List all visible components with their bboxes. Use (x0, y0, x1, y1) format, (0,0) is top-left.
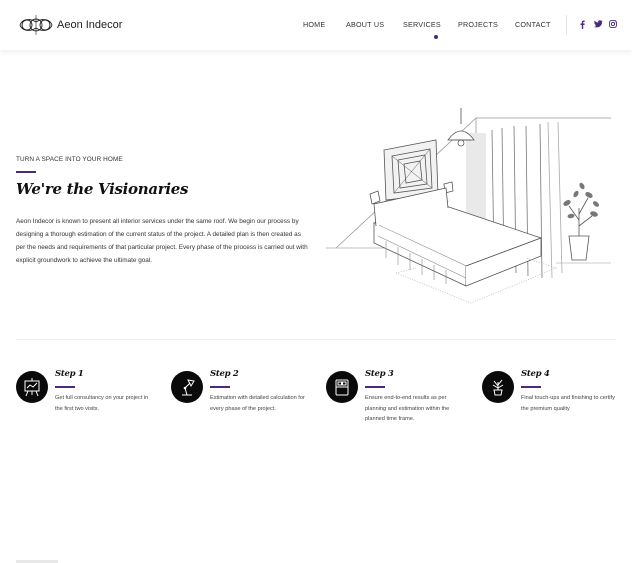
nav-item-projects[interactable]: PROJECTS (458, 20, 498, 29)
hero-accent-rule (16, 171, 36, 173)
step-description: Final touch-ups and finishing to certify… (521, 395, 615, 412)
step-description: Estimation with detailed calculation for… (210, 395, 305, 412)
step-card-2: Step 2 Estimation with detailed calculat… (171, 369, 321, 429)
step-card-4: Step 4 Final touch-ups and finishing to … (482, 369, 632, 429)
active-nav-indicator (434, 35, 438, 39)
step-accent-rule (521, 386, 541, 388)
nav-item-home[interactable]: HOME (303, 20, 325, 29)
step-card-3: Step 3 Ensure end-to-end results as per … (326, 369, 476, 429)
twitter-icon[interactable] (594, 20, 603, 32)
bedroom-sketch-illustration (326, 108, 611, 304)
step-title: Step 2 (210, 369, 239, 379)
presentation-board-icon (16, 371, 48, 403)
hero-eyebrow: TURN A SPACE INTO YOUR HOME (16, 156, 123, 163)
bed-icon (326, 371, 358, 403)
step-title: Step 3 (365, 369, 394, 379)
step-card-1: Step 1 Get full consultancy on your proj… (16, 369, 166, 429)
nav-item-about-us[interactable]: ABOUT US (346, 20, 384, 29)
section-divider (16, 339, 616, 340)
step-title: Step 4 (521, 369, 550, 379)
step-accent-rule (55, 386, 75, 388)
nav-item-contact[interactable]: CONTACT (515, 20, 551, 29)
step-description: Ensure end-to-end results as per plannin… (365, 395, 450, 422)
step-description: Get full consultancy on your project in … (55, 395, 149, 412)
desk-lamp-icon (171, 371, 203, 403)
brand-name: Aeon Indecor (57, 19, 123, 31)
hero-title: We're the Visionaries (16, 180, 189, 198)
step-title: Step 1 (55, 369, 84, 379)
nav-item-services[interactable]: SERVICES (403, 20, 441, 29)
facebook-icon[interactable] (580, 20, 585, 33)
site-header: Aeon Indecor HOME ABOUT US SERVICES PROJ… (0, 0, 632, 50)
step-accent-rule (365, 386, 385, 388)
logo-ornament-icon (19, 15, 53, 35)
step-accent-rule (210, 386, 230, 388)
hero-description: Aeon Indecor is known to present all int… (16, 218, 308, 264)
instagram-icon[interactable] (609, 20, 617, 32)
plant-pot-icon (482, 371, 514, 403)
logo[interactable]: Aeon Indecor (16, 13, 122, 37)
nav-divider (566, 15, 567, 35)
